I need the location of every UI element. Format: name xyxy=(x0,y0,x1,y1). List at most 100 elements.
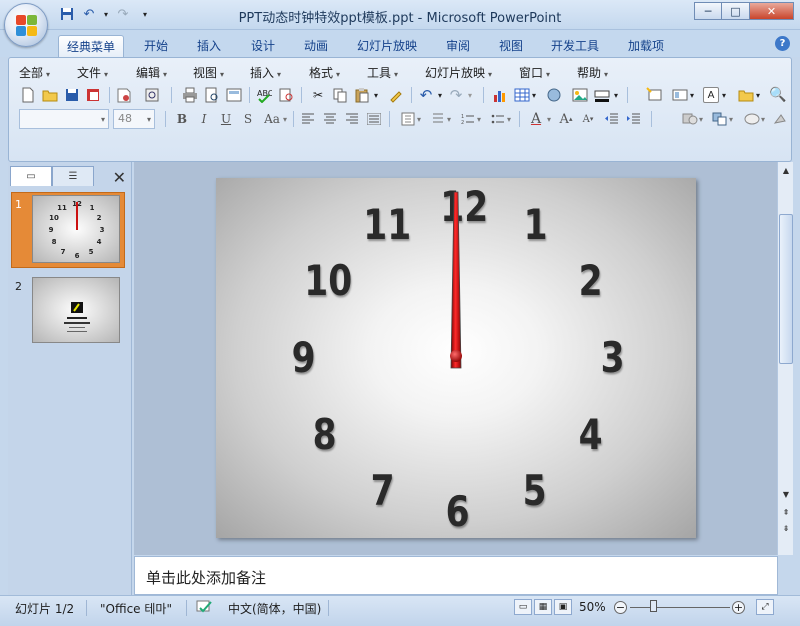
next-slide-icon[interactable]: ⇟ xyxy=(780,522,792,536)
text-box-icon[interactable]: A xyxy=(703,87,719,103)
format-painter-icon[interactable] xyxy=(387,86,405,104)
find-icon[interactable]: 🔍 xyxy=(769,86,787,104)
zoom-slider-thumb[interactable] xyxy=(650,600,657,612)
research-icon[interactable] xyxy=(277,86,295,104)
menu-slideshow[interactable]: 幻灯片放映 ▾ xyxy=(425,64,492,81)
spell-check-icon[interactable] xyxy=(196,599,214,618)
decrease-indent-icon[interactable] xyxy=(603,110,621,128)
zoom-out-icon[interactable]: − xyxy=(614,601,627,614)
undo-dropdown-icon[interactable]: ▾ xyxy=(435,86,445,104)
align-right-icon[interactable] xyxy=(343,110,361,128)
font-size-select[interactable]: 48 ▾ xyxy=(113,109,155,129)
notes-pane[interactable]: 单击此处添加备注 xyxy=(134,556,778,595)
menu-file[interactable]: 文件 ▾ xyxy=(77,64,108,81)
font-color-icon[interactable]: A xyxy=(527,110,545,128)
copy-icon[interactable] xyxy=(331,86,349,104)
zoom-in-icon[interactable]: + xyxy=(732,601,745,614)
shadow-icon[interactable]: S xyxy=(239,110,257,128)
help-icon[interactable]: ? xyxy=(775,36,790,51)
bold-icon[interactable]: B xyxy=(173,110,191,128)
tab-outline[interactable]: ☰ xyxy=(52,166,94,186)
slideshow-view-icon[interactable]: ▣ xyxy=(554,599,572,615)
tab-review[interactable]: 审阅 xyxy=(438,35,478,57)
font-color-dropdown-icon[interactable]: ▾ xyxy=(545,110,553,128)
slide-canvas[interactable]: 12 1 2 3 4 5 6 7 8 9 10 11 xyxy=(216,178,696,538)
styles-dropdown-icon[interactable]: ▾ xyxy=(759,110,767,128)
change-case-icon[interactable]: Aa xyxy=(261,110,283,128)
shrink-font-icon[interactable]: A ▾ xyxy=(579,110,597,128)
text-box-dropdown-icon[interactable]: ▾ xyxy=(719,86,729,104)
fit-to-window-icon[interactable]: ⤢ xyxy=(756,599,774,615)
print-preview-icon[interactable] xyxy=(203,86,221,104)
new-document-icon[interactable] xyxy=(19,86,37,104)
shapes-dropdown-icon[interactable]: ▾ xyxy=(697,110,705,128)
zoom-level[interactable]: 50% xyxy=(579,600,606,614)
bullets-dropdown-icon[interactable]: ▾ xyxy=(505,110,513,128)
paste-icon[interactable] xyxy=(353,86,371,104)
tab-slides[interactable]: ▭ xyxy=(10,166,52,186)
fill-dropdown-icon[interactable]: ▾ xyxy=(611,86,621,104)
scroll-up-icon[interactable]: ▲ xyxy=(780,164,792,178)
layout-dropdown-icon[interactable]: ▾ xyxy=(687,86,697,104)
align-text-dropdown-icon[interactable]: ▾ xyxy=(445,110,453,128)
underline-icon[interactable]: U xyxy=(217,110,235,128)
zoom-slider-track[interactable] xyxy=(630,607,730,608)
align-left-icon[interactable] xyxy=(299,110,317,128)
font-family-select[interactable]: ▾ xyxy=(19,109,109,129)
undo-icon[interactable]: ↶ xyxy=(417,86,435,104)
previous-slide-icon[interactable]: ⇞ xyxy=(780,506,792,520)
grow-font-icon[interactable]: A ▴ xyxy=(557,110,575,128)
slide-thumbnail-2[interactable] xyxy=(32,277,120,343)
tab-addins[interactable]: 加载项 xyxy=(620,35,672,57)
vertical-scrollbar[interactable]: ▲ ▼ ⇞ ⇟ xyxy=(777,162,793,555)
tab-animation[interactable]: 动画 xyxy=(296,35,336,57)
save-icon[interactable] xyxy=(63,86,81,104)
close-icon[interactable]: ✕ xyxy=(113,168,126,187)
clock-hand[interactable] xyxy=(444,188,468,378)
scrollbar-thumb[interactable] xyxy=(779,214,793,364)
menu-view[interactable]: 视图 ▾ xyxy=(193,64,224,81)
arrange-dropdown-icon[interactable]: ▾ xyxy=(727,110,735,128)
maximize-button[interactable]: □ xyxy=(722,2,750,20)
tab-developer[interactable]: 开发工具 xyxy=(543,35,607,57)
slide-layout-icon[interactable] xyxy=(225,86,243,104)
insert-chart-icon[interactable] xyxy=(491,86,509,104)
menu-all[interactable]: 全部 ▾ xyxy=(19,64,50,81)
menu-tools[interactable]: 工具 ▾ xyxy=(367,64,398,81)
close-button[interactable]: ✕ xyxy=(750,2,794,20)
menu-format[interactable]: 格式 ▾ xyxy=(309,64,340,81)
tab-classic-menu[interactable]: 经典菜单 xyxy=(58,35,125,57)
case-dropdown-icon[interactable]: ▾ xyxy=(281,110,289,128)
menu-edit[interactable]: 编辑 ▾ xyxy=(136,64,167,81)
direction-dropdown-icon[interactable]: ▾ xyxy=(415,110,423,128)
menu-insert[interactable]: 插入 ▾ xyxy=(250,64,281,81)
increase-indent-icon[interactable] xyxy=(625,110,643,128)
cut-icon[interactable]: ✂ xyxy=(309,86,327,104)
tab-slideshow[interactable]: 幻灯片放映 xyxy=(349,35,425,57)
normal-view-icon[interactable]: ▭ xyxy=(514,599,532,615)
slide-sorter-icon[interactable]: ▦ xyxy=(534,599,552,615)
tab-view[interactable]: 视图 xyxy=(491,35,531,57)
redo-icon[interactable]: ↷ xyxy=(447,86,465,104)
insert-picture-icon[interactable] xyxy=(571,86,589,104)
clip-art-icon[interactable] xyxy=(545,86,563,104)
office-button[interactable] xyxy=(4,3,48,47)
new-slide-icon[interactable] xyxy=(645,86,663,104)
justify-icon[interactable] xyxy=(365,110,383,128)
table-dropdown-icon[interactable]: ▾ xyxy=(529,86,539,104)
folder-dropdown-icon[interactable]: ▾ xyxy=(753,86,763,104)
minimize-button[interactable]: ─ xyxy=(694,2,722,20)
attach-icon[interactable] xyxy=(143,86,161,104)
tab-insert[interactable]: 插入 xyxy=(189,35,229,57)
email-attachment-icon[interactable] xyxy=(115,86,133,104)
redo-dropdown-icon[interactable]: ▾ xyxy=(465,86,475,104)
tab-design[interactable]: 设计 xyxy=(243,35,283,57)
spelling-icon[interactable]: ABC xyxy=(255,86,273,104)
numbering-dropdown-icon[interactable]: ▾ xyxy=(475,110,483,128)
align-center-icon[interactable] xyxy=(321,110,339,128)
shape-fill-icon[interactable] xyxy=(771,110,789,128)
color-fill-icon[interactable] xyxy=(593,86,611,104)
menu-help[interactable]: 帮助 ▾ xyxy=(577,64,608,81)
italic-icon[interactable]: I xyxy=(195,110,213,128)
slide-thumbnail-1[interactable]: 1212 345 678 91011 xyxy=(32,195,120,263)
